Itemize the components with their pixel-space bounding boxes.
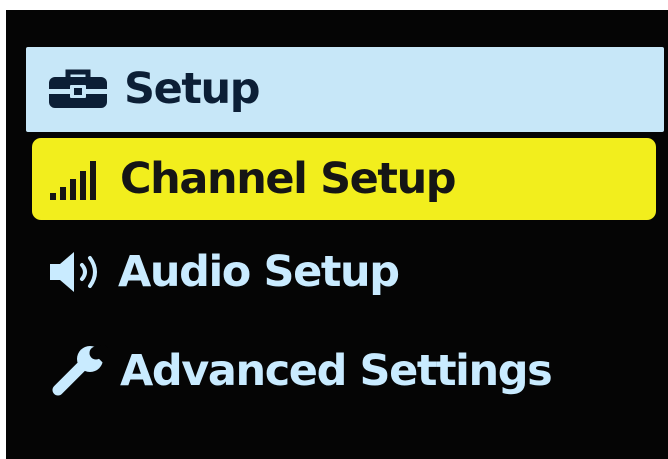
menu-item-label: Audio Setup [118,246,400,297]
menu-title: Setup [124,64,260,114]
speaker-icon [48,249,106,295]
menu-item-channel-setup[interactable]: Channel Setup [32,138,656,220]
signal-strength-icon [48,157,110,201]
toolbox-icon [46,68,110,112]
tv-menu-screen: Setup Channel Setup Audio Setup Advanced… [6,10,668,459]
menu-header: Setup [26,47,664,132]
menu-item-label: Advanced Settings [120,345,553,396]
wrench-icon [50,345,108,397]
menu-item-advanced-settings[interactable]: Advanced Settings [32,333,656,409]
menu-item-audio-setup[interactable]: Audio Setup [32,234,656,310]
menu-item-label: Channel Setup [120,153,457,204]
